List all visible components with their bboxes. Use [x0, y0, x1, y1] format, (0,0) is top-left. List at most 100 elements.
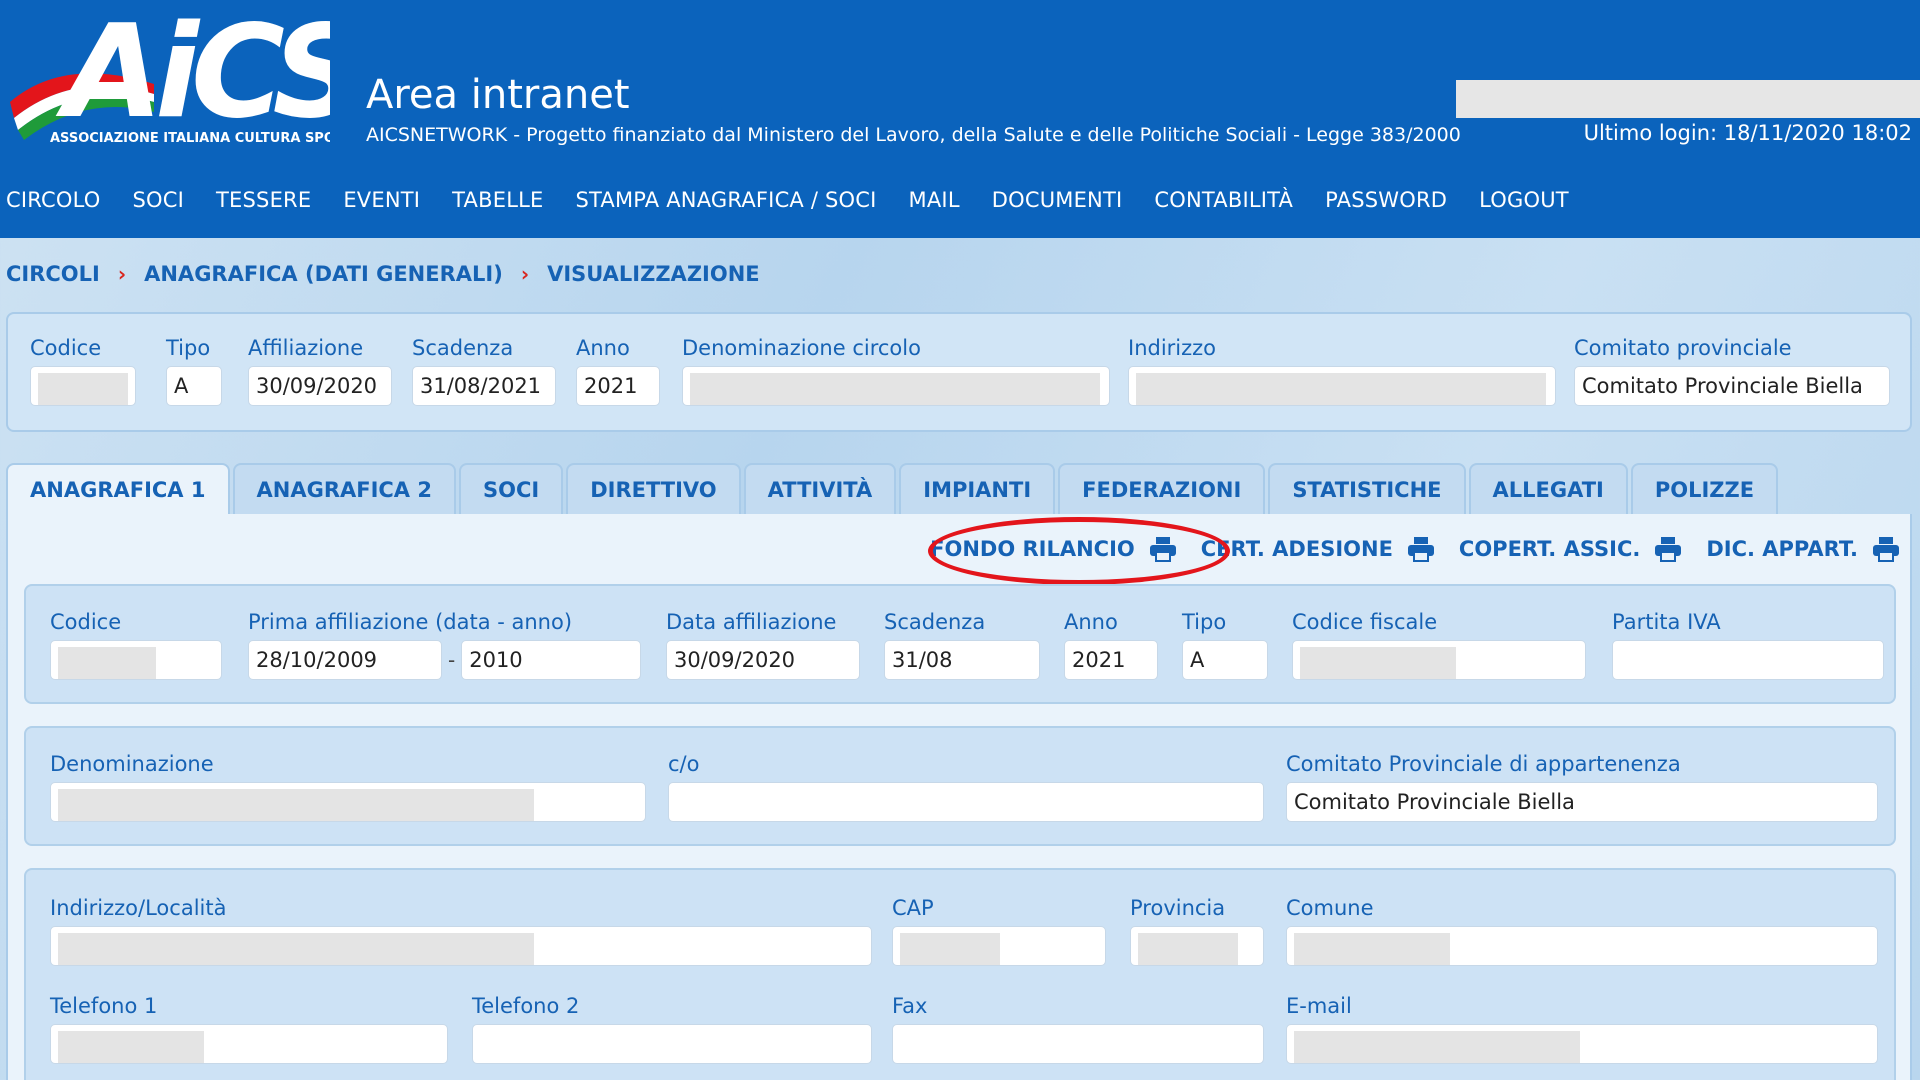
- redacted-value: [1294, 1030, 1580, 1063]
- form-comune-field[interactable]: [1286, 926, 1878, 966]
- form-email-field[interactable]: [1286, 1024, 1878, 1064]
- summary-comitato: Comitato provinciale Comitato Provincial…: [1574, 336, 1890, 406]
- nav-item-stampa-anagrafica[interactable]: STAMPA ANAGRAFICA / SOCI: [575, 188, 876, 212]
- tab-allegati[interactable]: ALLEGATI: [1468, 463, 1628, 515]
- form-telefono-2-label: Telefono 2: [472, 994, 580, 1018]
- fondo-rilancio-label: FONDO RILANCIO: [930, 537, 1135, 561]
- redacted-value: [1300, 646, 1456, 679]
- form-provincia: Provincia: [1130, 896, 1264, 966]
- summary-anno-field[interactable]: 2021: [576, 366, 660, 406]
- form-fax-field[interactable]: [892, 1024, 1264, 1064]
- form-comitato-label: Comitato Provinciale di appartenenza: [1286, 752, 1681, 776]
- summary-indirizzo: Indirizzo: [1128, 336, 1556, 406]
- tab-soci[interactable]: SOCI: [459, 463, 564, 515]
- breadcrumb-anagrafica[interactable]: ANAGRAFICA (DATI GENERALI): [144, 262, 503, 286]
- nav-item-tabelle[interactable]: TABELLE: [452, 188, 543, 212]
- nav-item-soci[interactable]: SOCI: [132, 188, 184, 212]
- nav-item-eventi[interactable]: EVENTI: [343, 188, 420, 212]
- printer-icon: [1655, 537, 1682, 562]
- header-search-input[interactable]: [1456, 80, 1920, 118]
- redacted-value: [1136, 372, 1546, 405]
- form-telefono-1-field[interactable]: [50, 1024, 448, 1064]
- summary-codice-label: Codice: [30, 336, 102, 360]
- nav-item-tessere[interactable]: TESSERE: [216, 188, 311, 212]
- summary-scadenza: Scadenza 31/08/2021: [412, 336, 556, 406]
- redacted-value: [38, 372, 128, 405]
- nav-item-documenti[interactable]: DOCUMENTI: [992, 188, 1123, 212]
- form-indirizzo-label: Indirizzo/Località: [50, 896, 227, 920]
- redacted-value: [900, 932, 1000, 965]
- form-indirizzo-field[interactable]: [50, 926, 872, 966]
- form-co: c/o: [668, 752, 1264, 822]
- form-comitato: Comitato Provinciale di appartenenza Com…: [1286, 752, 1878, 822]
- form-tipo-field[interactable]: A: [1182, 640, 1268, 680]
- summary-denominazione: Denominazione circolo: [682, 336, 1110, 406]
- tab-impianti[interactable]: IMPIANTI: [899, 463, 1056, 515]
- form-prima-affiliazione-data-field[interactable]: 28/10/2009: [248, 640, 442, 680]
- cert-adesione-label: CERT. ADESIONE: [1200, 537, 1393, 561]
- copert-assic-button[interactable]: COPERT. ASSIC.: [1459, 536, 1682, 562]
- printer-icon: [1407, 537, 1434, 562]
- section-identificativi: Codice Prima affiliazione (data - anno) …: [24, 584, 1896, 704]
- form-data-affiliazione: Data affiliazione 30/09/2020: [666, 610, 860, 680]
- tab-direttivo[interactable]: DIRETTIVO: [566, 463, 741, 515]
- tab-anagrafica-1[interactable]: ANAGRAFICA 1: [6, 463, 230, 515]
- summary-codice-field[interactable]: [30, 366, 136, 406]
- form-fax-label: Fax: [892, 994, 928, 1018]
- form-email-label: E-mail: [1286, 994, 1352, 1018]
- breadcrumb: CIRCOLI › ANAGRAFICA (DATI GENERALI) › V…: [6, 262, 760, 286]
- form-co-field[interactable]: [668, 782, 1264, 822]
- tab-polizze[interactable]: POLIZZE: [1630, 463, 1779, 515]
- breadcrumb-separator-icon: ›: [520, 262, 530, 286]
- tab-federazioni[interactable]: FEDERAZIONI: [1058, 463, 1266, 515]
- form-cap-field[interactable]: [892, 926, 1106, 966]
- circolo-summary: Codice Tipo A Affiliazione 30/09/2020 Sc…: [6, 312, 1912, 432]
- tab-anagrafica-2[interactable]: ANAGRAFICA 2: [232, 463, 456, 515]
- nav-item-mail[interactable]: MAIL: [909, 188, 960, 212]
- date-year-dash: -: [448, 648, 456, 672]
- nav-item-logout[interactable]: LOGOUT: [1479, 188, 1569, 212]
- summary-affiliazione-field[interactable]: 30/09/2020: [248, 366, 392, 406]
- fondo-rilancio-button[interactable]: FONDO RILANCIO: [930, 536, 1177, 562]
- form-provincia-field[interactable]: [1130, 926, 1264, 966]
- form-telefono-2-field[interactable]: [472, 1024, 872, 1064]
- cert-adesione-button[interactable]: CERT. ADESIONE: [1201, 536, 1435, 562]
- form-comune-label: Comune: [1286, 896, 1374, 920]
- summary-comitato-label: Comitato provinciale: [1574, 336, 1792, 360]
- printer-icon: [1873, 537, 1899, 562]
- form-data-affiliazione-field[interactable]: 30/09/2020: [666, 640, 860, 680]
- section-denominazione: Denominazione c/o Comitato Provinciale d…: [24, 726, 1896, 846]
- form-codice-field[interactable]: [50, 640, 222, 680]
- summary-scadenza-field[interactable]: 31/08/2021: [412, 366, 556, 406]
- summary-indirizzo-field[interactable]: [1128, 366, 1556, 406]
- form-denominazione-field[interactable]: [50, 782, 646, 822]
- nav-item-password[interactable]: PASSWORD: [1325, 188, 1447, 212]
- breadcrumb-circoli[interactable]: CIRCOLI: [6, 262, 100, 286]
- dic-appart-button[interactable]: DIC. APPART.: [1706, 536, 1900, 562]
- breadcrumb-separator-icon: ›: [117, 262, 127, 286]
- tab-attivita[interactable]: ATTIVITÀ: [743, 463, 897, 515]
- summary-tipo-field[interactable]: A: [166, 366, 222, 406]
- form-anno-field[interactable]: 2021: [1064, 640, 1158, 680]
- form-codice-fiscale-label: Codice fiscale: [1292, 610, 1438, 634]
- app-title: Area intranet: [366, 72, 630, 118]
- summary-codice: Codice: [30, 336, 136, 406]
- form-prima-affiliazione-group: 28/10/2009 - 2010: [248, 640, 642, 680]
- nav-item-contabilita[interactable]: CONTABILITÀ: [1154, 188, 1293, 212]
- form-codice-fiscale-field[interactable]: [1292, 640, 1586, 680]
- breadcrumb-visualizzazione: VISUALIZZAZIONE: [547, 262, 760, 286]
- summary-scadenza-label: Scadenza: [412, 336, 514, 360]
- summary-tipo-label: Tipo: [166, 336, 211, 360]
- redacted-value: [58, 788, 534, 821]
- form-partita-iva-field[interactable]: [1612, 640, 1884, 680]
- form-comitato-field[interactable]: Comitato Provinciale Biella: [1286, 782, 1878, 822]
- form-prima-affiliazione-anno-field[interactable]: 2010: [461, 640, 642, 680]
- redacted-value: [58, 646, 156, 679]
- form-codice-label: Codice: [50, 610, 122, 634]
- form-telefono-1: Telefono 1: [50, 994, 448, 1064]
- summary-comitato-field[interactable]: Comitato Provinciale Biella: [1574, 366, 1890, 406]
- summary-denominazione-field[interactable]: [682, 366, 1110, 406]
- nav-item-circolo[interactable]: CIRCOLO: [6, 188, 100, 212]
- form-scadenza-field[interactable]: 31/08: [884, 640, 1040, 680]
- tab-statistiche[interactable]: STATISTICHE: [1268, 463, 1466, 515]
